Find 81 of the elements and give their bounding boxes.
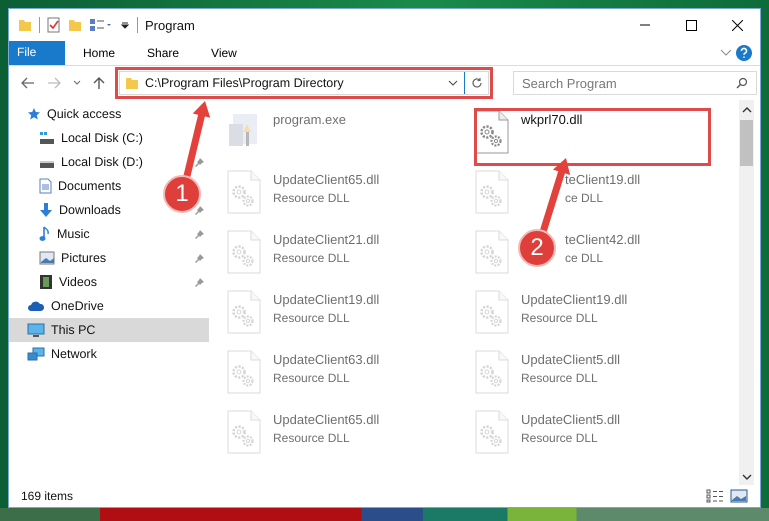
properties-icon[interactable] <box>47 17 61 33</box>
file-name: UpdateClient65.dll <box>273 412 380 427</box>
sidebar-item[interactable]: Videos <box>9 270 209 294</box>
pin-icon[interactable] <box>194 276 205 288</box>
pictures-icon <box>39 251 55 265</box>
sidebar-item[interactable]: Local Disk (C:) <box>9 126 147 150</box>
file-type: Resource DLL <box>521 311 598 325</box>
file-type: Resource DLL <box>273 311 350 325</box>
ribbon-tab[interactable]: Home <box>69 41 130 65</box>
pin-icon[interactable] <box>194 156 205 168</box>
close-icon <box>732 20 742 30</box>
file-name: UpdateClient63.dll <box>273 352 380 367</box>
document-icon <box>39 178 52 194</box>
file-type: ce DLL <box>565 251 604 265</box>
chevron-down-icon[interactable] <box>448 79 458 87</box>
pin-icon[interactable] <box>194 204 205 216</box>
file-type: Resource DLL <box>273 191 350 205</box>
network-icon <box>27 346 45 362</box>
file-name: UpdateClient5.dll <box>521 412 620 427</box>
dll-file-icon[interactable] <box>475 110 509 154</box>
address-path: C:\Program Files\Program Directory <box>145 76 345 90</box>
ribbon-tab[interactable]: View <box>197 41 251 65</box>
back-icon[interactable] <box>21 77 35 89</box>
scroll-thumb[interactable] <box>740 120 753 166</box>
search-field[interactable]: Search Program <box>513 71 757 95</box>
download-icon <box>39 202 53 218</box>
file-type: Resource DLL <box>273 431 350 445</box>
sidebar-item[interactable]: Music <box>9 222 209 246</box>
file-name: UpdateClient65.dll <box>273 172 380 187</box>
minimize-icon <box>640 24 650 26</box>
file-type: Resource DLL <box>273 371 350 385</box>
scrollbar[interactable] <box>739 100 754 485</box>
view-icon[interactable] <box>89 18 113 32</box>
monitor-icon <box>27 322 45 338</box>
recent-icon[interactable] <box>73 80 81 86</box>
item-count: 169 items <box>21 489 74 503</box>
file-name: teClient42.dll <box>565 232 640 247</box>
file-name: UpdateClient5.dll <box>521 352 620 367</box>
search-icon[interactable] <box>736 77 748 89</box>
window-title: Program <box>145 18 195 32</box>
help-icon[interactable] <box>736 45 752 61</box>
sidebar-item[interactable]: Documents <box>9 174 126 198</box>
folder-icon <box>125 76 139 90</box>
expand-ribbon-icon[interactable] <box>720 49 732 57</box>
refresh-icon[interactable] <box>471 77 483 89</box>
scroll-down-icon[interactable] <box>742 473 752 481</box>
file-type: ce DLL <box>565 191 604 205</box>
pin-icon[interactable] <box>194 252 205 264</box>
sidebar-item[interactable]: This PC <box>9 318 209 342</box>
file-name: UpdateClient19.dll <box>273 292 380 307</box>
sidebar-item[interactable]: Pictures <box>9 246 209 270</box>
drive-icon <box>39 131 55 145</box>
cloud-icon <box>27 300 45 312</box>
up-icon[interactable] <box>93 76 105 90</box>
file-type: Resource DLL <box>521 431 598 445</box>
film-icon <box>39 274 53 290</box>
sidebar-item[interactable]: OneDrive <box>9 294 209 318</box>
file-name: UpdateClient19.dll <box>521 292 628 307</box>
sidebar-item[interactable]: Network <box>9 342 209 366</box>
pin-icon[interactable] <box>194 228 205 240</box>
file-name: program.exe <box>273 112 346 127</box>
sidebar-item[interactable]: Local Disk (D:) <box>9 150 209 174</box>
maximize-icon <box>686 20 696 30</box>
music-note-icon <box>39 226 51 242</box>
dropdown-icon[interactable] <box>120 20 130 30</box>
new-folder-icon[interactable] <box>68 18 82 32</box>
scroll-up-icon[interactable] <box>742 106 752 114</box>
ribbon-tab[interactable]: Share <box>133 41 194 65</box>
details-view-icon[interactable] <box>706 489 724 503</box>
file-name: UpdateClient21.dll <box>273 232 380 247</box>
file-name: teClient19.dll <box>565 172 640 187</box>
forward-icon[interactable] <box>47 77 61 89</box>
folder-icon[interactable] <box>18 18 32 32</box>
file-type: Resource DLL <box>273 251 350 265</box>
sidebar-item[interactable]: Quick access <box>9 102 209 126</box>
address-bar[interactable]: C:\Program Files\Program Directory <box>119 71 489 95</box>
file-type: Resource DLL <box>521 371 598 385</box>
file-name: wkprl70.dll <box>521 112 582 127</box>
file-tab[interactable]: File <box>9 41 65 65</box>
large-icons-view-icon[interactable] <box>730 489 748 503</box>
star-icon <box>27 107 41 121</box>
